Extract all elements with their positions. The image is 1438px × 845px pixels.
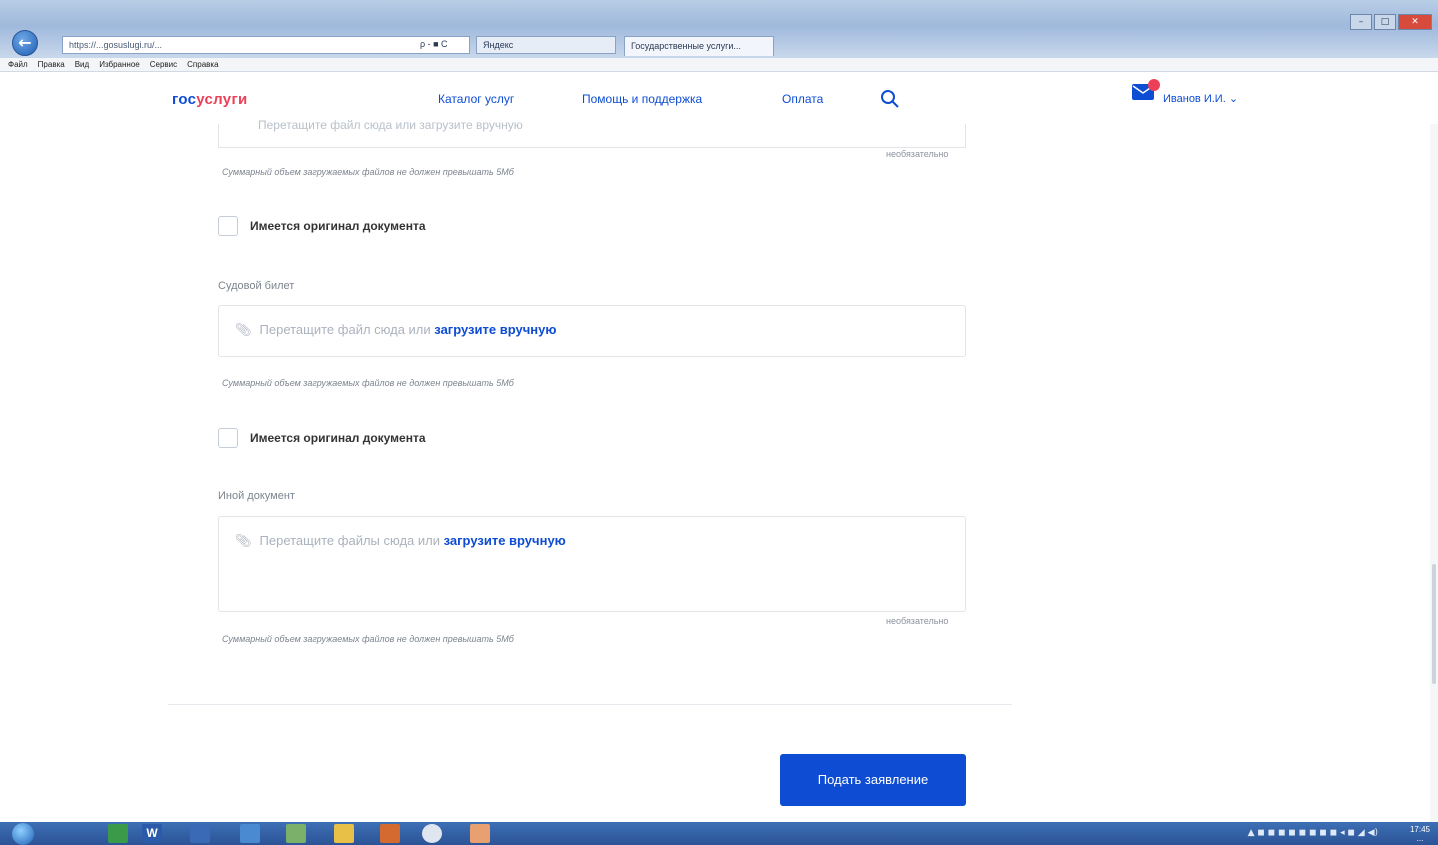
minimize-icon[interactable]: – (1350, 14, 1372, 30)
upload-manual-link[interactable]: загрузите вручную (434, 322, 556, 337)
optional-label: необязательно (886, 149, 949, 159)
notification-badge (1148, 79, 1160, 91)
word-app-icon[interactable]: W (142, 824, 162, 843)
field-label-ticket: Судовой билет (218, 280, 295, 292)
clock-date: ... (1416, 834, 1424, 843)
browser-menu-bar: Файл Правка Вид Избранное Сервис Справка (0, 58, 1438, 72)
folder-app-icon[interactable] (334, 824, 354, 843)
file-size-hint: Суммарный объем загружаемых файлов не до… (222, 378, 514, 388)
dropzone-text: 📎︎ Перетащите файл сюда или загрузите вру… (235, 322, 556, 338)
scrollbar[interactable] (1430, 124, 1438, 822)
original-checkbox-row[interactable]: Имеется оригинал документа (218, 216, 426, 236)
search-icon[interactable] (880, 89, 900, 109)
yandex-app-icon[interactable] (422, 824, 442, 843)
optional-label: необязательно (886, 616, 949, 626)
menu-item-favorites[interactable]: Избранное (99, 58, 140, 71)
firefox-app-icon[interactable] (380, 824, 400, 843)
nav-payment[interactable]: Оплата (782, 92, 823, 106)
original-checkbox[interactable] (218, 216, 238, 236)
checkbox-label: Имеется оригинал документа (250, 431, 426, 445)
divider (168, 704, 1012, 705)
file-size-hint: Суммарный объем загружаемых файлов не до… (222, 634, 514, 644)
maximize-icon[interactable]: □ (1374, 14, 1396, 30)
back-arrow-icon[interactable]: ← (12, 30, 38, 56)
upload-manual-link[interactable]: загрузите вручную (444, 533, 566, 548)
window-controls: – □ ✕ (1350, 14, 1432, 30)
excel-app-icon[interactable] (108, 824, 128, 843)
paperclip-icon: 📎︎ (235, 533, 252, 548)
field-label-other: Иной документ (218, 490, 295, 502)
file-dropzone-other[interactable]: 📎︎ Перетащите файлы сюда или загрузите вр… (218, 516, 966, 612)
close-icon[interactable]: ✕ (1398, 14, 1432, 30)
start-button-icon[interactable] (12, 823, 34, 845)
menu-item-view[interactable]: Вид (75, 58, 89, 71)
dropzone-top-text: Перетащите файл сюда или загрузите вручн… (258, 118, 523, 132)
paperclip-icon: 📎︎ (235, 322, 252, 337)
form-content: Перетащите файл сюда или загрузите вручн… (0, 118, 1438, 822)
windows-taskbar: W ▲ ◼ ◼ ◼ ◼ ◼ ◼ ◼ ◼ ◂ ◼ ◢ ◀) 17:45 ... (0, 822, 1438, 845)
dropzone-hint: Перетащите файл сюда или (259, 322, 431, 337)
menu-item-file[interactable]: Файл (8, 58, 28, 71)
logo-gos: гос (172, 91, 197, 108)
address-bar[interactable]: https://...gosuslugi.ru/... (62, 36, 470, 54)
menu-item-edit[interactable]: Правка (38, 58, 65, 71)
submit-button[interactable]: Подать заявление (780, 754, 966, 806)
scrollbar-thumb[interactable] (1432, 564, 1436, 684)
file-size-hint: Суммарный объем загружаемых файлов не до… (222, 167, 514, 177)
dropzone-text: 📎︎ Перетащите файлы сюда или загрузите вр… (235, 533, 566, 549)
system-tray[interactable]: ▲ ◼ ◼ ◼ ◼ ◼ ◼ ◼ ◼ ◂ ◼ ◢ ◀) (1248, 828, 1378, 838)
clock-time: 17:45 (1409, 825, 1430, 834)
original-checkbox[interactable] (218, 428, 238, 448)
checkbox-label: Имеется оригинал документа (250, 219, 426, 233)
browser-title-bar: ← https://...gosuslugi.ru/... ρ - ■ C Ян… (0, 0, 1438, 58)
app-icon[interactable] (240, 824, 260, 843)
search-box[interactable]: Яндекс (476, 36, 616, 54)
address-controls[interactable]: ρ - ■ C (420, 39, 448, 49)
menu-item-help[interactable]: Справка (187, 58, 218, 71)
user-menu[interactable]: Иванов И.И. ⌄ (1163, 92, 1238, 105)
gosuslugi-logo[interactable]: госуслуги (172, 91, 248, 108)
system-clock[interactable]: 17:45 ... (1410, 825, 1430, 843)
browser-tab[interactable]: Государственные услуги... (624, 36, 774, 56)
app-icon[interactable] (190, 824, 210, 843)
dropzone-hint: Перетащите файлы сюда или (259, 533, 440, 548)
original-checkbox-row[interactable]: Имеется оригинал документа (218, 428, 426, 448)
file-dropzone-ticket[interactable]: 📎︎ Перетащите файл сюда или загрузите вру… (218, 305, 966, 357)
nav-help[interactable]: Помощь и поддержка (582, 92, 702, 106)
app-icon[interactable] (470, 824, 490, 843)
logo-uslugi: услуги (196, 91, 248, 108)
app-icon[interactable] (286, 824, 306, 843)
menu-item-tools[interactable]: Сервис (150, 58, 177, 71)
nav-catalog[interactable]: Каталог услуг (438, 92, 514, 106)
